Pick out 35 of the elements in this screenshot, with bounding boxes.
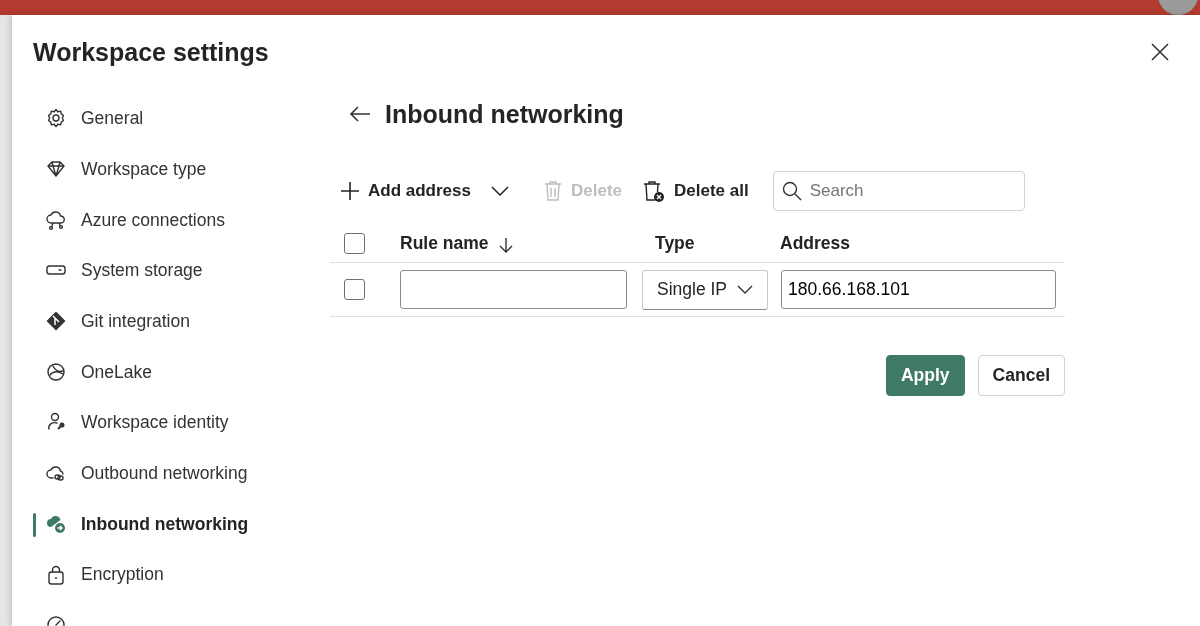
gear-icon: [45, 107, 67, 130]
plus-icon: [340, 181, 360, 201]
dialog-title: Workspace settings: [33, 37, 269, 67]
column-header[interactable]: Rule name: [400, 230, 513, 257]
git-icon: [45, 310, 67, 333]
column-header[interactable]: Type: [655, 233, 695, 254]
sidebar-item[interactable]: General: [33, 93, 305, 144]
page-title: Inbound networking: [385, 99, 624, 129]
row-checkbox[interactable]: [344, 279, 365, 300]
trash-icon: [543, 180, 563, 202]
sidebar-item[interactable]: Azure connections: [33, 194, 305, 246]
cloud-icon: [45, 208, 67, 231]
sidebar-item[interactable]: Encryption: [33, 549, 305, 600]
cancel-button[interactable]: Cancel: [977, 355, 1065, 396]
sidebar-item[interactable]: Git integration: [33, 295, 305, 347]
toolbar-button[interactable]: Delete all: [632, 172, 759, 210]
sidebar-item[interactable]: System storage: [33, 245, 305, 296]
chevron-down-icon: [737, 285, 754, 294]
lake-icon: [45, 360, 67, 383]
address-field[interactable]: 180.66.168.101: [781, 270, 1057, 309]
sidebar-item[interactable]: Workspace type: [33, 143, 305, 195]
chevron-down-icon: [491, 186, 509, 196]
select-all-checkbox[interactable]: [344, 233, 365, 254]
apply-button[interactable]: Apply: [886, 355, 965, 396]
type-dropdown[interactable]: Single IP: [642, 269, 769, 310]
rule-name-field[interactable]: [400, 270, 627, 309]
column-header[interactable]: Address: [780, 233, 851, 254]
search-field[interactable]: Search: [772, 171, 1025, 211]
sidebar-item[interactable]: OneLake: [33, 346, 305, 398]
lock-icon: [45, 563, 67, 586]
sidebar-item[interactable]: Inbound networking: [33, 498, 305, 550]
toolbar-button[interactable]: Add address: [330, 172, 481, 210]
sidebar-item[interactable]: Outbound networking: [33, 447, 305, 499]
trash-x-icon: [642, 179, 666, 203]
sidebar-item[interactable]: Workspace identity: [33, 397, 305, 448]
